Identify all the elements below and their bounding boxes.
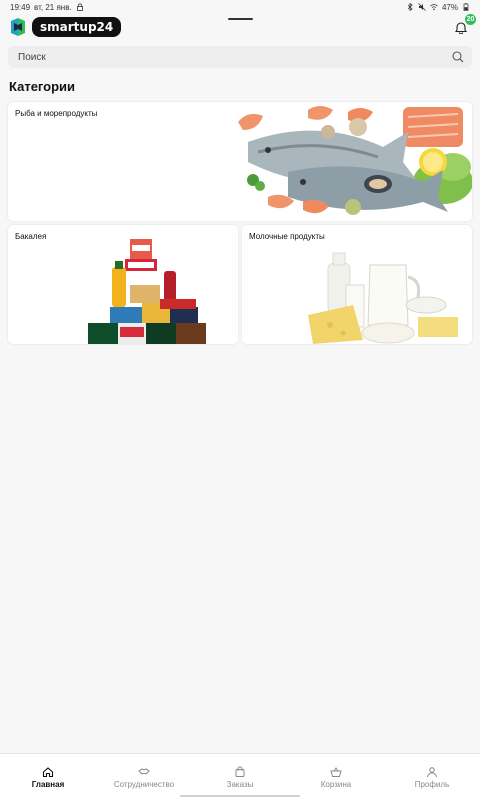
- category-label: Бакалея: [15, 232, 47, 241]
- category-card-fish[interactable]: Рыба и морепродукты: [8, 102, 472, 221]
- search-input[interactable]: [16, 50, 452, 64]
- search-icon[interactable]: [452, 51, 464, 63]
- status-bar-right: 47%: [406, 3, 470, 12]
- handshake-icon: [138, 767, 150, 775]
- wifi-icon: [430, 4, 438, 11]
- battery-icon: [463, 3, 469, 11]
- nav-label: Главная: [31, 779, 65, 789]
- nav-label: Заказы: [226, 779, 254, 789]
- basket-icon: [330, 766, 342, 777]
- nav-item-partnership[interactable]: Сотрудничество: [96, 754, 192, 800]
- status-bar-left: 19:49 вт, 21 янв.: [10, 3, 84, 12]
- notifications-button[interactable]: 20: [450, 14, 476, 38]
- category-card-grocery[interactable]: Бакалея: [8, 225, 238, 344]
- home-icon: [42, 766, 54, 777]
- profile-icon: [427, 766, 437, 777]
- categories-title: Категории: [9, 79, 76, 94]
- nav-item-orders[interactable]: Заказы: [192, 754, 288, 800]
- mute-icon: [418, 3, 426, 11]
- nav-item-cart[interactable]: Корзина: [288, 754, 384, 800]
- nav-label: Корзина: [320, 779, 352, 789]
- category-label: Рыба и морепродукты: [15, 109, 98, 118]
- lock-icon: [76, 3, 83, 11]
- app-header: smartup24 20: [8, 14, 476, 38]
- dairy-image: [308, 252, 458, 344]
- bag-icon: [235, 766, 245, 777]
- battery-percent: 47%: [441, 2, 458, 12]
- logo-icon: [11, 18, 25, 36]
- home-indicator[interactable]: [180, 795, 300, 797]
- notification-badge: 20: [465, 14, 476, 25]
- seafood-image: [208, 102, 472, 221]
- status-time: 19:49: [10, 2, 31, 12]
- grocery-image: [88, 239, 206, 344]
- bottom-nav: Главная Сотрудничество Заказы Корзина Пр…: [0, 753, 480, 800]
- brand[interactable]: smartup24: [8, 17, 122, 37]
- search-bar[interactable]: [8, 46, 472, 68]
- nav-item-profile[interactable]: Профиль: [384, 754, 480, 800]
- category-card-dairy[interactable]: Молочные продукты: [242, 225, 472, 344]
- brand-name: smartup24: [32, 17, 122, 37]
- nav-item-home[interactable]: Главная: [0, 754, 96, 800]
- status-date: вт, 21 янв.: [34, 2, 72, 12]
- status-bar: 19:49 вт, 21 янв. 47%: [0, 0, 480, 14]
- category-label: Молочные продукты: [249, 232, 325, 241]
- nav-label: Сотрудничество: [113, 779, 175, 789]
- bluetooth-icon: [407, 3, 413, 11]
- nav-label: Профиль: [414, 779, 450, 789]
